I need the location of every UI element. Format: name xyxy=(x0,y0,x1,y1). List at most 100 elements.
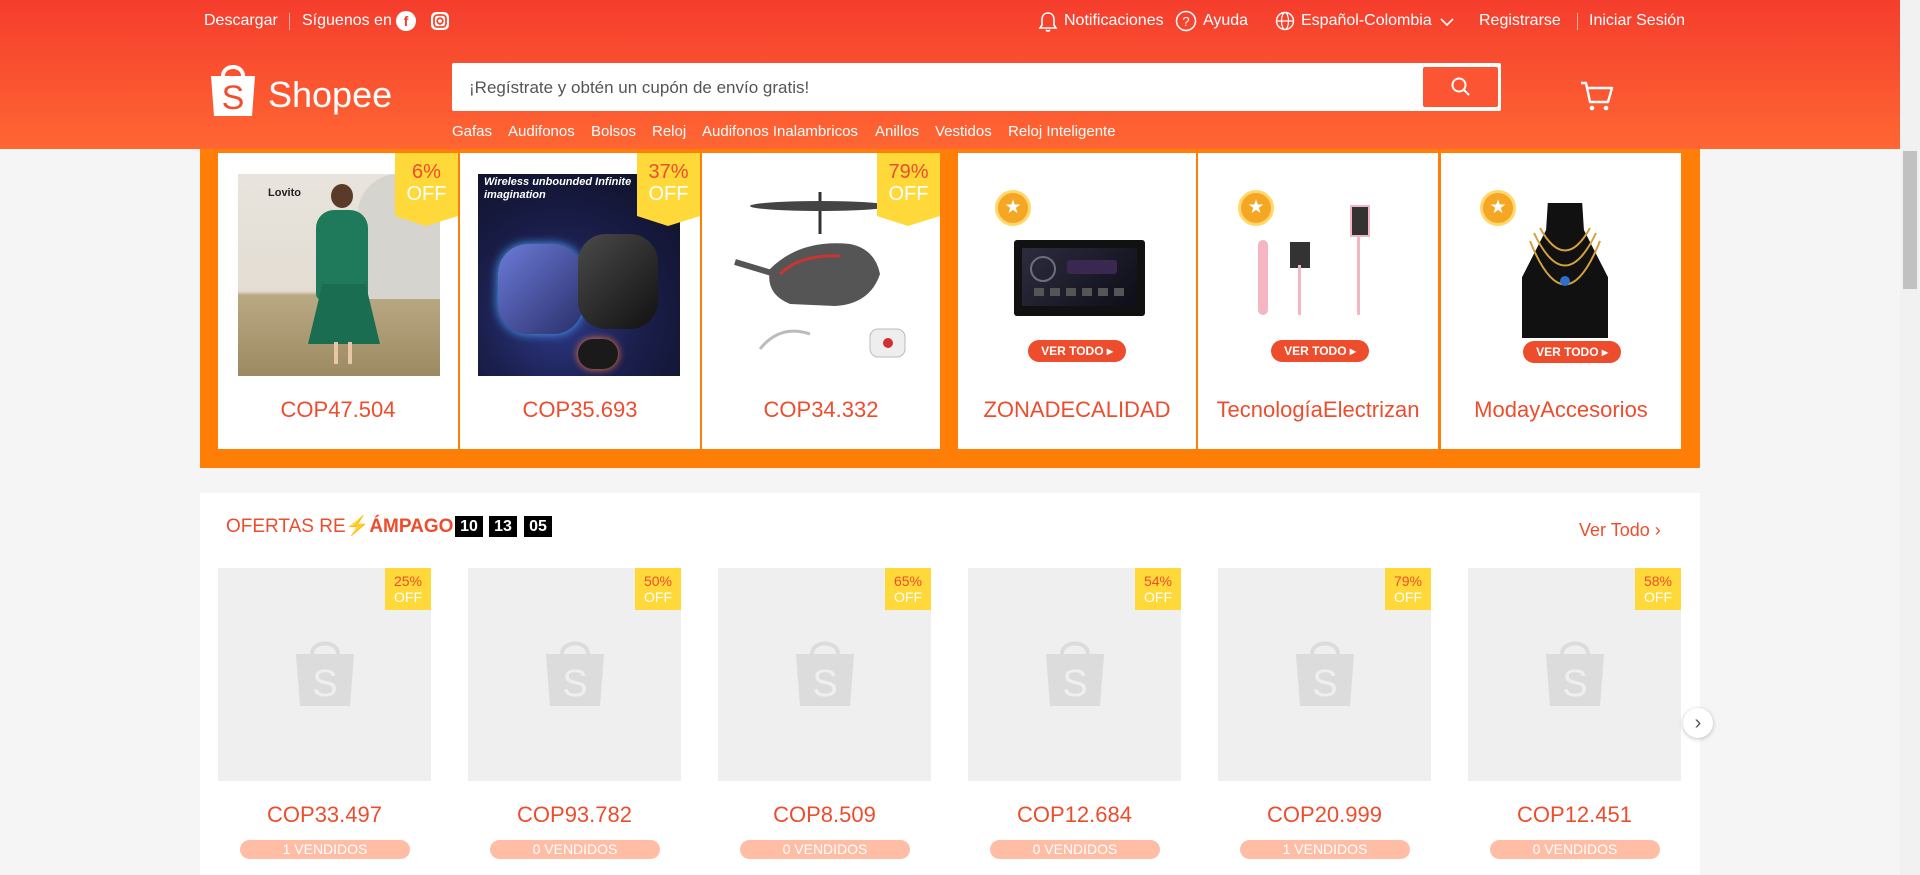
svg-text:S: S xyxy=(222,79,245,117)
scrollbar[interactable] xyxy=(1900,0,1920,875)
shop-image xyxy=(1014,240,1145,316)
svg-text:S: S xyxy=(812,663,837,705)
scrollbar-thumb[interactable] xyxy=(1903,151,1917,289)
shop-card[interactable]: ★ VER TODO ▸ TecnologíaElectrizan xyxy=(1198,153,1438,449)
chevron-right-icon: › xyxy=(1694,712,1702,734)
sold-count-bar: 1 VENDIDOS xyxy=(240,840,410,859)
chevron-down-icon[interactable] xyxy=(1440,14,1454,32)
shopee-bag-icon: S xyxy=(796,641,854,706)
hotword-link[interactable]: Bolsos xyxy=(591,123,636,140)
discount-off: OFF xyxy=(394,589,422,605)
shopee-bag-icon: S xyxy=(1046,641,1104,706)
bell-icon[interactable] xyxy=(1038,11,1058,38)
shopee-bag-icon: S xyxy=(546,641,604,706)
discount-percent: 58% xyxy=(1643,573,1673,589)
svg-text:S: S xyxy=(1062,663,1087,705)
see-all-label: Ver Todo xyxy=(1579,520,1650,540)
chevron-right-icon: › xyxy=(1654,520,1661,540)
login-link[interactable]: Iniciar Sesión xyxy=(1589,12,1685,30)
ver-todo-button[interactable]: VER TODO ▸ xyxy=(1523,341,1621,363)
help-link[interactable]: Ayuda xyxy=(1203,12,1248,30)
discount-off: OFF xyxy=(888,183,929,205)
shop-card[interactable]: ★ VER TODO ▸ ZONADECALIDAD xyxy=(958,153,1196,449)
flash-sale-title[interactable]: OFERTAS RE⚡ÁMPAGO xyxy=(226,514,453,538)
flash-sale-price: COP12.684 xyxy=(1017,802,1132,827)
notifications-link[interactable]: Notificaciones xyxy=(1064,12,1164,30)
flash-sale-price: COP8.509 xyxy=(773,802,876,827)
search-icon xyxy=(1451,77,1470,96)
carousel-next-button[interactable]: › xyxy=(1683,708,1713,738)
product-price: COP47.504 xyxy=(280,397,396,422)
hotword-link[interactable]: Audifonos Inalambricos xyxy=(702,123,858,140)
ver-todo-button[interactable]: VER TODO ▸ xyxy=(1028,340,1126,362)
shopee-bag-icon: S xyxy=(211,65,255,117)
ver-todo-button[interactable]: VER TODO ▸ xyxy=(1271,340,1369,362)
see-all-link[interactable]: Ver Todo › xyxy=(1579,520,1661,541)
shop-name: ZONADECALIDAD xyxy=(983,397,1171,422)
hotword-link[interactable]: Anillos xyxy=(875,123,919,140)
discount-percent: 50% xyxy=(643,573,673,589)
discount-off: OFF xyxy=(648,183,689,205)
hotword-link[interactable]: Vestidos xyxy=(935,123,992,140)
hotword-link[interactable]: Audifonos xyxy=(508,123,575,140)
sold-count-bar: 0 VENDIDOS xyxy=(990,840,1160,859)
discount-percent: 37% xyxy=(648,161,689,183)
discount-off: OFF xyxy=(1644,589,1672,605)
product-card[interactable]: Wireless unbounded Infinite imagination … xyxy=(460,153,700,449)
shopee-bag-icon: S xyxy=(296,641,354,706)
hotword-link[interactable]: Reloj Inteligente xyxy=(1008,123,1116,140)
logo-text: Shopee xyxy=(268,74,393,115)
discount-off: OFF xyxy=(1394,589,1422,605)
svg-text:S: S xyxy=(312,663,337,705)
svg-text:S: S xyxy=(1562,663,1587,705)
image-title: Wireless unbounded Infinite imagination xyxy=(484,176,632,201)
discount-badge: 25% OFF xyxy=(385,568,431,610)
shop-image xyxy=(1258,205,1388,335)
search-input[interactable] xyxy=(452,63,1411,113)
countdown-hours: 10 xyxy=(455,516,483,537)
discount-badge: 6% OFF xyxy=(395,153,458,226)
sold-count-bar: 0 VENDIDOS xyxy=(490,840,660,859)
svg-text:?: ? xyxy=(1182,14,1189,29)
discount-percent: 79% xyxy=(888,161,929,183)
product-price: COP34.332 xyxy=(763,397,879,422)
star-medal-icon: ★ xyxy=(995,190,1031,226)
discount-percent: 65% xyxy=(893,573,923,589)
header: Descargar Síguenos en f Notificaciones ?… xyxy=(0,0,1900,149)
hotword-link[interactable]: Gafas xyxy=(452,123,492,140)
sold-count-bar: 1 VENDIDOS xyxy=(1240,840,1410,859)
svg-text:S: S xyxy=(562,663,587,705)
divider xyxy=(1577,13,1578,30)
help-icon[interactable]: ? xyxy=(1175,10,1197,37)
discount-badge: 54% OFF xyxy=(1135,568,1181,610)
download-link[interactable]: Descargar xyxy=(204,12,278,30)
shop-image xyxy=(1500,203,1630,338)
flash-title-part1: OFERTAS RE xyxy=(226,516,346,537)
language-selector[interactable]: Español-Colombia xyxy=(1301,12,1432,30)
discount-percent: 54% xyxy=(1143,573,1173,589)
shop-card[interactable]: ★ VER TODO ▸ ModayAccesorios xyxy=(1441,153,1681,449)
globe-icon[interactable] xyxy=(1275,11,1295,36)
countdown-seconds: 05 xyxy=(524,516,552,537)
flash-title-part2: ÁMPAGO xyxy=(369,516,454,537)
register-link[interactable]: Registrarse xyxy=(1479,12,1561,30)
discount-off: OFF xyxy=(894,589,922,605)
lightning-icon: ⚡ xyxy=(345,516,370,537)
hotword-link[interactable]: Reloj xyxy=(652,123,686,140)
product-card[interactable]: Lovito 6% OFF COP47.504 xyxy=(218,153,458,449)
instagram-icon[interactable] xyxy=(431,12,449,30)
flash-sale-price: COP12.451 xyxy=(1517,802,1632,827)
facebook-icon[interactable]: f xyxy=(396,11,416,31)
sold-count-bar: 0 VENDIDOS xyxy=(740,840,910,859)
discount-badge: 50% OFF xyxy=(635,568,681,610)
flash-sale-price: COP93.782 xyxy=(517,802,632,827)
search-button[interactable] xyxy=(1423,67,1498,107)
flash-sale-price: COP33.497 xyxy=(267,802,382,827)
sold-count-bar: 0 VENDIDOS xyxy=(1490,840,1660,859)
discount-off: OFF xyxy=(644,589,672,605)
countdown-minutes: 13 xyxy=(489,516,517,537)
product-card[interactable]: 79% OFF COP34.332 xyxy=(702,153,940,449)
discount-badge: 79% OFF xyxy=(1385,568,1431,610)
discount-badge: 58% OFF xyxy=(1635,568,1681,610)
cart-icon[interactable] xyxy=(1580,80,1614,117)
